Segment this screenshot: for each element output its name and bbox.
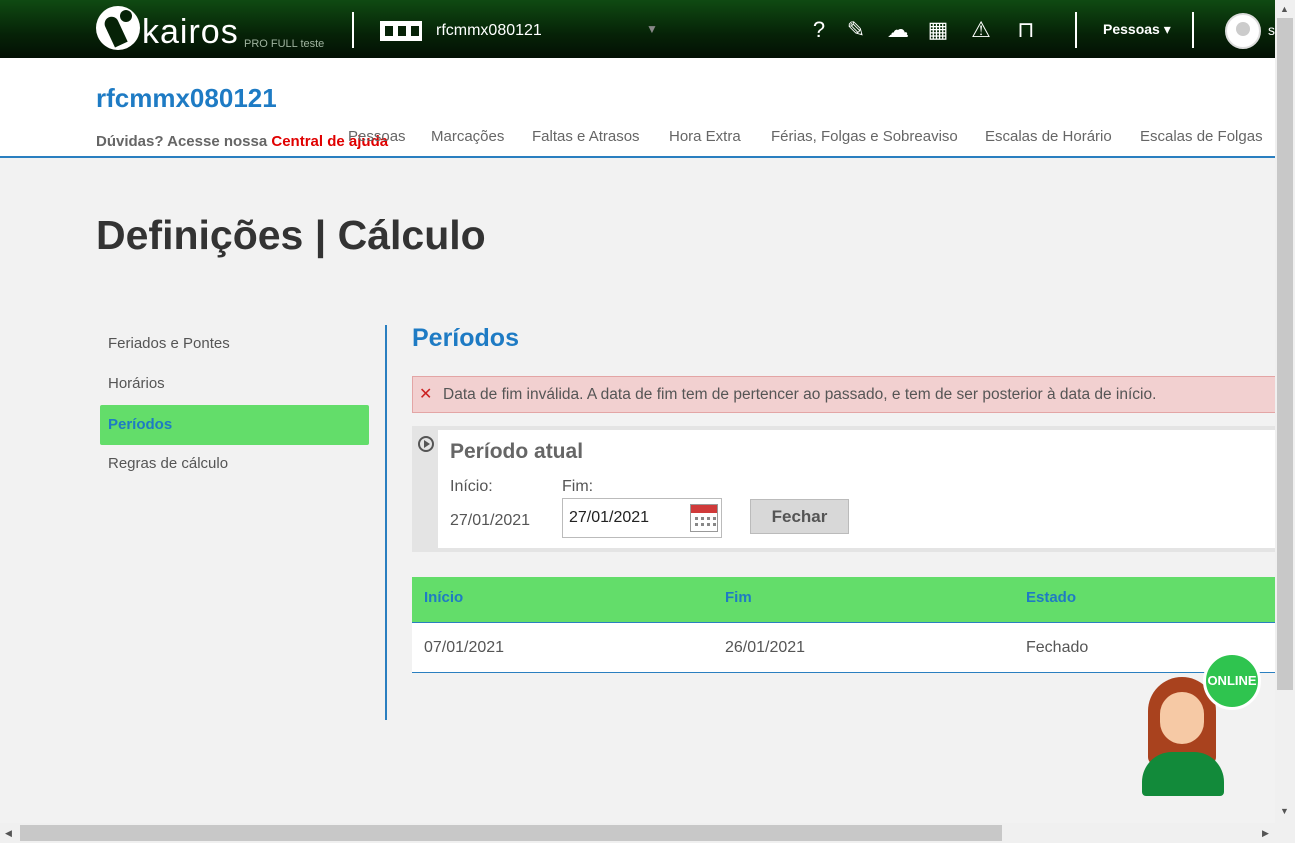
sidebar-item-horarios[interactable]: Horários <box>100 364 369 404</box>
sidebar-item-feriados[interactable]: Feriados e Pontes <box>100 324 369 364</box>
cell-inicio: 07/01/2021 <box>424 639 505 656</box>
online-badge: ONLINE <box>1203 652 1261 710</box>
cloud-sync-icon[interactable]: ☁ <box>884 16 912 44</box>
start-label: Início: <box>450 478 493 495</box>
scroll-up-icon[interactable]: ▲ <box>1280 4 1289 14</box>
calendar-icon[interactable] <box>690 504 718 532</box>
column-header-fim[interactable]: Fim <box>725 589 752 606</box>
divider <box>352 12 354 48</box>
user-name[interactable]: s <box>1268 22 1275 38</box>
logo-mark-icon <box>96 6 140 50</box>
company-selector[interactable]: rfcmmx080121 <box>436 22 542 40</box>
sidebar-item-regras[interactable]: Regras de cálculo <box>100 444 369 484</box>
scrollbar-corner <box>1275 823 1295 843</box>
nav-item-escalas-horario[interactable]: Escalas de Horário <box>985 128 1112 145</box>
company-building-icon <box>380 21 422 41</box>
help-icon[interactable]: ? <box>805 16 833 44</box>
nav-item-escalas-folgas[interactable]: Escalas de Folgas <box>1140 128 1263 145</box>
nav-item-ferias[interactable]: Férias, Folgas e Sobreaviso <box>771 128 958 145</box>
vertical-scrollbar[interactable]: ▲ ▼ <box>1275 0 1295 823</box>
section-title: Períodos <box>412 324 519 352</box>
horizontal-scroll-thumb[interactable] <box>20 825 1002 841</box>
column-header-estado[interactable]: Estado <box>1026 589 1076 606</box>
agent-face <box>1160 692 1204 744</box>
current-period-title: Período atual <box>450 440 584 463</box>
cell-estado: Fechado <box>1026 639 1089 656</box>
nav-item-faltas[interactable]: Faltas e Atrasos <box>532 128 640 145</box>
current-period-form: Período atual Início: Fim: 27/01/2021 27… <box>438 430 1275 548</box>
column-header-inicio[interactable]: Início <box>424 589 463 606</box>
company-title: rfcmmx080121 <box>96 83 277 113</box>
nav-item-marcacoes[interactable]: Marcações <box>431 128 504 145</box>
table-header: Início Fim Estado <box>412 577 1275 623</box>
close-period-button[interactable]: Fechar <box>750 499 849 534</box>
cell-fim: 26/01/2021 <box>725 639 806 656</box>
site-header: rfcmmx080121 Dúvidas? Acesse nossa Centr… <box>0 58 1275 158</box>
play-icon[interactable] <box>418 436 434 452</box>
divider <box>1192 12 1194 48</box>
scroll-right-icon[interactable]: ▶ <box>1262 828 1269 839</box>
logo-text: kairos <box>142 13 239 51</box>
close-icon[interactable]: ✕ <box>419 377 432 412</box>
top-bar: kairos PRO FULL teste rfcmmx080121 ▼ ? ✎… <box>0 0 1275 58</box>
divider <box>1075 12 1077 48</box>
start-value: 27/01/2021 <box>450 512 531 529</box>
sidebar-divider <box>385 325 387 720</box>
kairos-logo[interactable]: kairos PRO FULL teste <box>96 6 336 54</box>
help-text: Dúvidas? Acesse nossa Central de ajuda <box>96 133 388 150</box>
scroll-down-icon[interactable]: ▼ <box>1280 806 1289 816</box>
nav-item-hora-extra[interactable]: Hora Extra <box>669 128 741 145</box>
scroll-left-icon[interactable]: ◀ <box>5 828 12 839</box>
vertical-scroll-thumb[interactable] <box>1277 18 1293 690</box>
current-period-panel: Período atual Início: Fim: 27/01/2021 27… <box>412 426 1275 552</box>
pessoas-menu[interactable]: Pessoas ▾ <box>1103 21 1171 38</box>
end-label: Fim: <box>562 478 594 495</box>
horizontal-scrollbar[interactable]: ◀ ▶ <box>0 823 1275 843</box>
help-prefix: Dúvidas? Acesse nossa <box>96 133 268 150</box>
warning-icon[interactable]: ⚠ <box>967 16 995 44</box>
agent-body <box>1142 752 1224 796</box>
nav-item-pessoas[interactable]: Pessoas <box>348 128 406 145</box>
logo-subtitle: PRO FULL teste <box>244 38 325 50</box>
avatar[interactable] <box>1225 13 1261 49</box>
sidebar-item-periodos[interactable]: Períodos <box>100 405 369 445</box>
feedback-icon[interactable]: ✎ <box>842 16 870 44</box>
pessoas-menu-label: Pessoas <box>1103 21 1160 37</box>
inbox-icon[interactable]: ⊓ <box>1012 16 1040 44</box>
error-message: Data de fim inválida. A data de fim tem … <box>443 386 1157 403</box>
chevron-down-icon[interactable]: ▼ <box>646 22 658 36</box>
error-alert: ✕ Data de fim inválida. A data de fim te… <box>412 376 1275 413</box>
calculator-icon[interactable]: ▦ <box>924 16 952 44</box>
page-title: Definições | Cálculo <box>96 212 486 258</box>
chat-support-widget[interactable]: ONLINE <box>1140 652 1265 802</box>
